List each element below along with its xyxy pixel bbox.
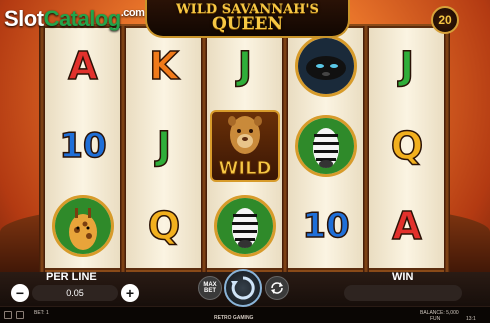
increase-bet-button[interactable]: + [121, 284, 139, 302]
zebra-icon [295, 115, 357, 177]
reel-symbol: J [125, 108, 203, 184]
wild-label: WILD [218, 158, 272, 180]
symbol-q: Q [147, 203, 181, 249]
giraffe-icon [52, 195, 114, 257]
reel-divider [120, 26, 126, 272]
game-title-banner: WILD SAVANNAH'S QUEEN [145, 0, 350, 38]
spin-button[interactable] [224, 269, 262, 307]
symbol-q: Q [390, 123, 424, 169]
decrease-bet-button[interactable]: − [11, 284, 29, 302]
reel-symbol [287, 108, 365, 184]
symbol-10: 10 [302, 205, 351, 247]
reel-4: 10 [287, 28, 365, 268]
win-label: WIN [392, 271, 414, 283]
slotcatalog-watermark: Slot Catalog .com [4, 6, 145, 36]
reel-symbol: Q [125, 188, 203, 264]
win-value [344, 285, 462, 301]
symbol-j: J [156, 123, 172, 169]
reel-divider [39, 26, 45, 272]
reel-2: KJQ [125, 28, 203, 268]
reel-symbol: 10 [44, 108, 122, 184]
watermark-part-catalog: Catalog [43, 6, 122, 31]
lioness-icon [220, 113, 270, 162]
symbol-a: A [392, 203, 423, 249]
reel-symbol: J [368, 28, 446, 104]
symbol-j: J [399, 43, 415, 89]
panther-icon [295, 35, 357, 97]
sound-icon[interactable] [16, 311, 24, 319]
game-title-line2: QUEEN [211, 14, 284, 34]
reel-symbol: 10 [287, 188, 365, 264]
watermark-part-com: .com [120, 7, 145, 19]
zebra-icon [214, 195, 276, 257]
symbol-10: 10 [59, 125, 108, 167]
reel-symbol: A [368, 188, 446, 264]
bet-per-line-value: 0.05 [32, 285, 118, 301]
max-bet-button[interactable]: MAX BET [198, 276, 222, 300]
watermark-part-slot: Slot [4, 6, 44, 31]
symbol-k: K [149, 43, 180, 89]
reel-divider [444, 26, 450, 272]
reel-symbol [206, 188, 284, 264]
reel-divider [363, 26, 369, 272]
reel-1: A 10 [44, 28, 122, 268]
reel-3: J WILD [206, 28, 284, 268]
menu-icon[interactable] [4, 311, 12, 319]
spin-icon [231, 276, 255, 300]
reel-symbol: J [206, 28, 284, 104]
autoplay-icon [271, 282, 283, 294]
paylines-badge[interactable]: 20 [431, 6, 459, 34]
reel-symbol: A [44, 28, 122, 104]
total-bet-status: BET: 1 [34, 310, 49, 316]
reel-symbol: WILD [206, 108, 284, 184]
clock-status: 13:1 [466, 316, 476, 322]
reel-symbol [44, 188, 122, 264]
reel-divider [282, 26, 288, 272]
provider-label: RETRO GAMING [214, 315, 254, 321]
autoplay-button[interactable] [265, 276, 289, 300]
wild-symbol: WILD [210, 110, 280, 182]
symbol-j: J [237, 43, 253, 89]
reel-divider [201, 26, 207, 272]
reel-5: JQA [368, 28, 446, 268]
reel-symbol: Q [368, 108, 446, 184]
reel-symbol [287, 28, 365, 104]
per-line-label: PER LINE [46, 271, 97, 283]
reel-symbol: K [125, 28, 203, 104]
play-mode-status: FUN [430, 316, 441, 322]
symbol-a: A [68, 43, 99, 89]
